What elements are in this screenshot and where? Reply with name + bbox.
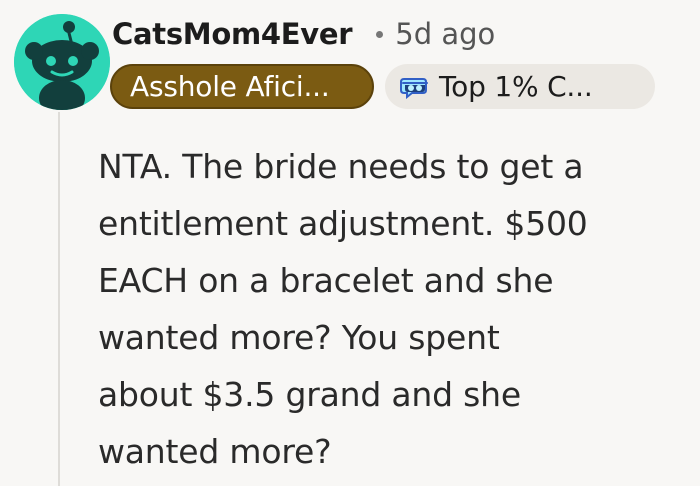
top-commenter-badge-icon xyxy=(399,75,431,99)
avatar[interactable] xyxy=(14,14,110,110)
thread-line[interactable] xyxy=(58,112,60,486)
timestamp[interactable]: 5d ago xyxy=(395,17,495,51)
separator-dot xyxy=(376,30,384,38)
user-flair-label: Asshole Afici... xyxy=(130,70,330,103)
flair-row: Asshole Afici... Top 1% C... xyxy=(110,64,655,109)
achievement-flair[interactable]: Top 1% C... xyxy=(385,64,655,109)
snoo-avatar-icon xyxy=(14,14,110,110)
username[interactable]: CatsMom4Ever xyxy=(112,17,353,51)
achievement-flair-label: Top 1% C... xyxy=(439,70,593,103)
user-flair[interactable]: Asshole Afici... xyxy=(110,64,374,109)
comment-header: CatsMom4Ever 5d ago xyxy=(112,12,495,56)
comment-body: NTA. The bride needs to get a entitlemen… xyxy=(98,147,588,471)
